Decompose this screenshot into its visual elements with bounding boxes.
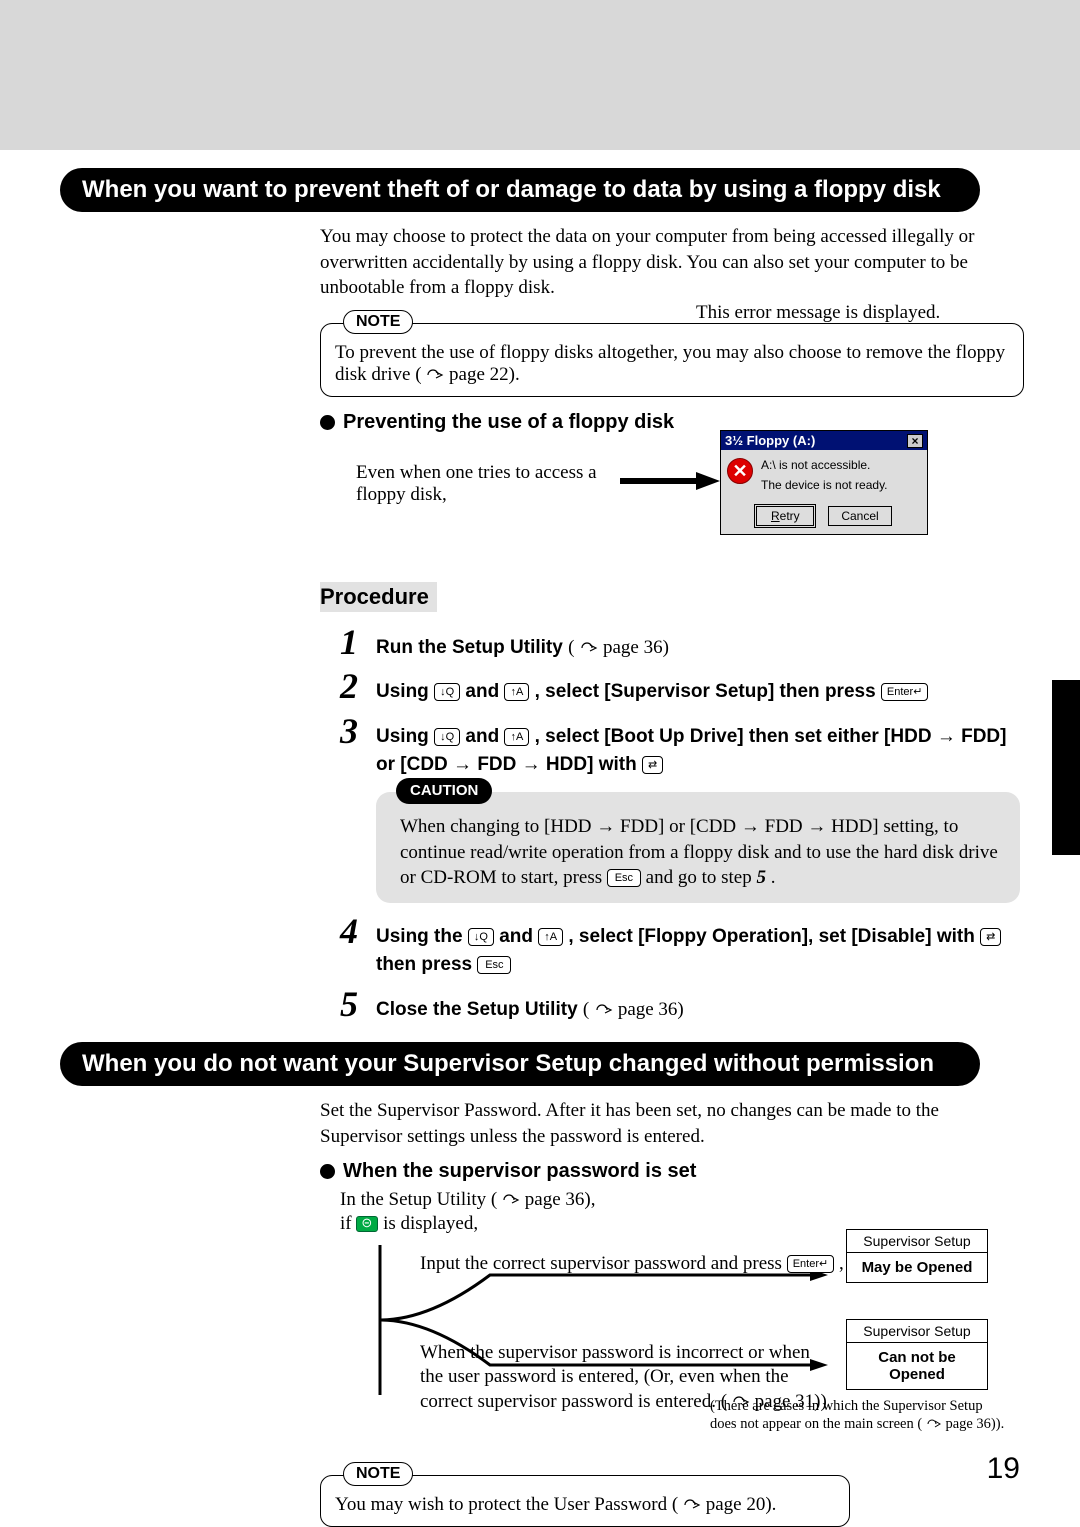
retry-button[interactable]: Retry xyxy=(756,506,814,526)
step5-text: Close the Setup Utility xyxy=(376,999,578,1020)
subhead-supervisor-set: When the supervisor password is set xyxy=(343,1160,696,1183)
error-titlebar: 3½ Floppy (A:) × xyxy=(721,431,927,450)
key-down-icon: ↓Q xyxy=(434,683,460,701)
sup-box-title: Supervisor Setup xyxy=(847,1320,987,1343)
section-title-supervisor: When you do not want your Supervisor Set… xyxy=(60,1042,980,1086)
close-icon[interactable]: × xyxy=(907,434,923,448)
sup-line2b: is displayed, xyxy=(383,1213,478,1234)
key-up-icon: ↑A xyxy=(504,683,529,701)
note-label: NOTE xyxy=(343,310,413,334)
supervisor-box-maybe: Supervisor Setup May be Opened xyxy=(846,1229,988,1283)
key-enter-icon: Enter↵ xyxy=(787,1255,835,1273)
sup-box-body-cannot: Can not be Opened xyxy=(847,1343,987,1390)
step2-c: , select [Supervisor Setup] then press xyxy=(535,681,881,702)
step4-a: Using the xyxy=(376,926,468,947)
bullet-icon xyxy=(320,415,335,430)
cancel-button[interactable]: Cancel xyxy=(828,506,891,526)
page-ref-icon xyxy=(580,641,598,655)
sup-box-body-maybe: May be Opened xyxy=(847,1253,987,1282)
step2-a: Using xyxy=(376,681,434,702)
error-x-icon: ✕ xyxy=(727,458,753,484)
sup-box-title: Supervisor Setup xyxy=(847,1230,987,1253)
page-ref-icon xyxy=(595,1003,613,1017)
key-up-icon: ↑A xyxy=(504,728,529,746)
footnote-b: page 36)). xyxy=(945,1416,1004,1432)
section1-intro: You may choose to protect the data on yo… xyxy=(320,224,1020,301)
page-ref-icon xyxy=(926,1418,942,1430)
step-1: 1 Run the Setup Utility ( page 36) xyxy=(340,624,1020,663)
step-num-5: 5 xyxy=(340,986,366,1022)
note-user-password: NOTE You may wish to protect the User Pa… xyxy=(320,1475,850,1527)
key-down-icon: ↓Q xyxy=(468,928,494,946)
arrow-right-icon xyxy=(620,472,720,490)
footnote-a: (There are cases in which the Supervisor… xyxy=(710,1398,983,1432)
caution-step: 5 xyxy=(756,867,766,888)
key-down-icon: ↓Q xyxy=(434,728,460,746)
caution-box: CAUTION When changing to [HDD → FDD] or … xyxy=(376,792,1020,903)
step4-d: then press xyxy=(376,954,477,975)
step-4: 4 Using the ↓Q and ↑A , select [Floppy O… xyxy=(340,913,1020,980)
step-3: 3 Using ↓Q and ↑A , select [Boot Up Driv… xyxy=(340,713,1020,780)
step-num-1: 1 xyxy=(340,624,366,660)
error-title: 3½ Floppy (A:) xyxy=(725,433,815,448)
step-num-3: 3 xyxy=(340,713,366,749)
supervisor-box-cannot: Supervisor Setup Can not be Opened xyxy=(846,1319,988,1391)
even-when-text: Even when one tries to access a floppy d… xyxy=(356,462,616,506)
key-enter-icon: Enter↵ xyxy=(881,683,929,701)
page-ref-icon xyxy=(426,368,444,382)
note2-a: You may wish to protect the User Passwor… xyxy=(335,1494,678,1515)
step5-ref: page 36) xyxy=(618,999,684,1020)
key-toggle-icon: ⇄ xyxy=(980,928,1001,946)
sup-line1b: page 36), xyxy=(525,1189,596,1210)
step1-text: Run the Setup Utility xyxy=(376,637,563,658)
step1-ref: page 36) xyxy=(603,637,669,658)
step3-a: Using xyxy=(376,726,434,747)
step3-b: and xyxy=(465,726,504,747)
sup-line1a: In the Setup Utility ( xyxy=(340,1189,497,1210)
subhead-preventing: Preventing the use of a floppy disk xyxy=(343,411,674,434)
error-line1: A:\ is not accessible. xyxy=(761,458,921,472)
error-caption: This error message is displayed. xyxy=(696,302,940,324)
side-index-tab xyxy=(1052,680,1080,855)
caution-label: CAUTION xyxy=(396,778,492,804)
retry-mnemonic: R xyxy=(771,509,780,523)
sup-line2a: if xyxy=(340,1213,356,1234)
caution-b: and go to step xyxy=(646,867,757,888)
step4-b: and xyxy=(499,926,538,947)
section-title-floppy-theft: When you want to prevent theft of or dam… xyxy=(60,168,980,212)
caution-c: . xyxy=(771,867,776,888)
procedure-heading: Procedure xyxy=(320,582,437,612)
step-num-2: 2 xyxy=(340,668,366,704)
flow-top-end: , xyxy=(839,1253,844,1274)
note-label: NOTE xyxy=(343,1462,413,1486)
note-text-b: page 22). xyxy=(449,364,520,385)
note2-b: page 20). xyxy=(706,1494,777,1515)
step2-b: and xyxy=(465,681,504,702)
key-esc-icon: Esc xyxy=(607,869,641,887)
key-up-icon: ↑A xyxy=(538,928,563,946)
step-2: 2 Using ↓Q and ↑A , select [Supervisor S… xyxy=(340,668,1020,707)
error-dialog: 3½ Floppy (A:) × ✕ A:\ is not accessible… xyxy=(720,430,928,535)
bullet-icon xyxy=(320,1164,335,1179)
page-ref-icon xyxy=(683,1498,701,1512)
error-line2: The device is not ready. xyxy=(761,478,921,492)
flow-diagram: Input the correct supervisor password an… xyxy=(340,1235,1040,1445)
section2-intro: Set the Supervisor Password. After it ha… xyxy=(320,1098,1020,1149)
page-ref-icon xyxy=(502,1193,520,1207)
page-number: 19 xyxy=(987,1452,1020,1486)
step-5: 5 Close the Setup Utility ( page 36) xyxy=(340,986,1020,1025)
note-remove-fdd: NOTE To prevent the use of floppy disks … xyxy=(320,323,1024,397)
lock-key-icon xyxy=(356,1216,378,1232)
step4-c: , select [Floppy Operation], set [Disabl… xyxy=(568,926,980,947)
key-toggle-icon: ⇄ xyxy=(642,756,663,774)
step-num-4: 4 xyxy=(340,913,366,949)
key-esc-icon: Esc xyxy=(477,956,511,974)
flow-top-text: Input the correct supervisor password an… xyxy=(420,1253,787,1274)
